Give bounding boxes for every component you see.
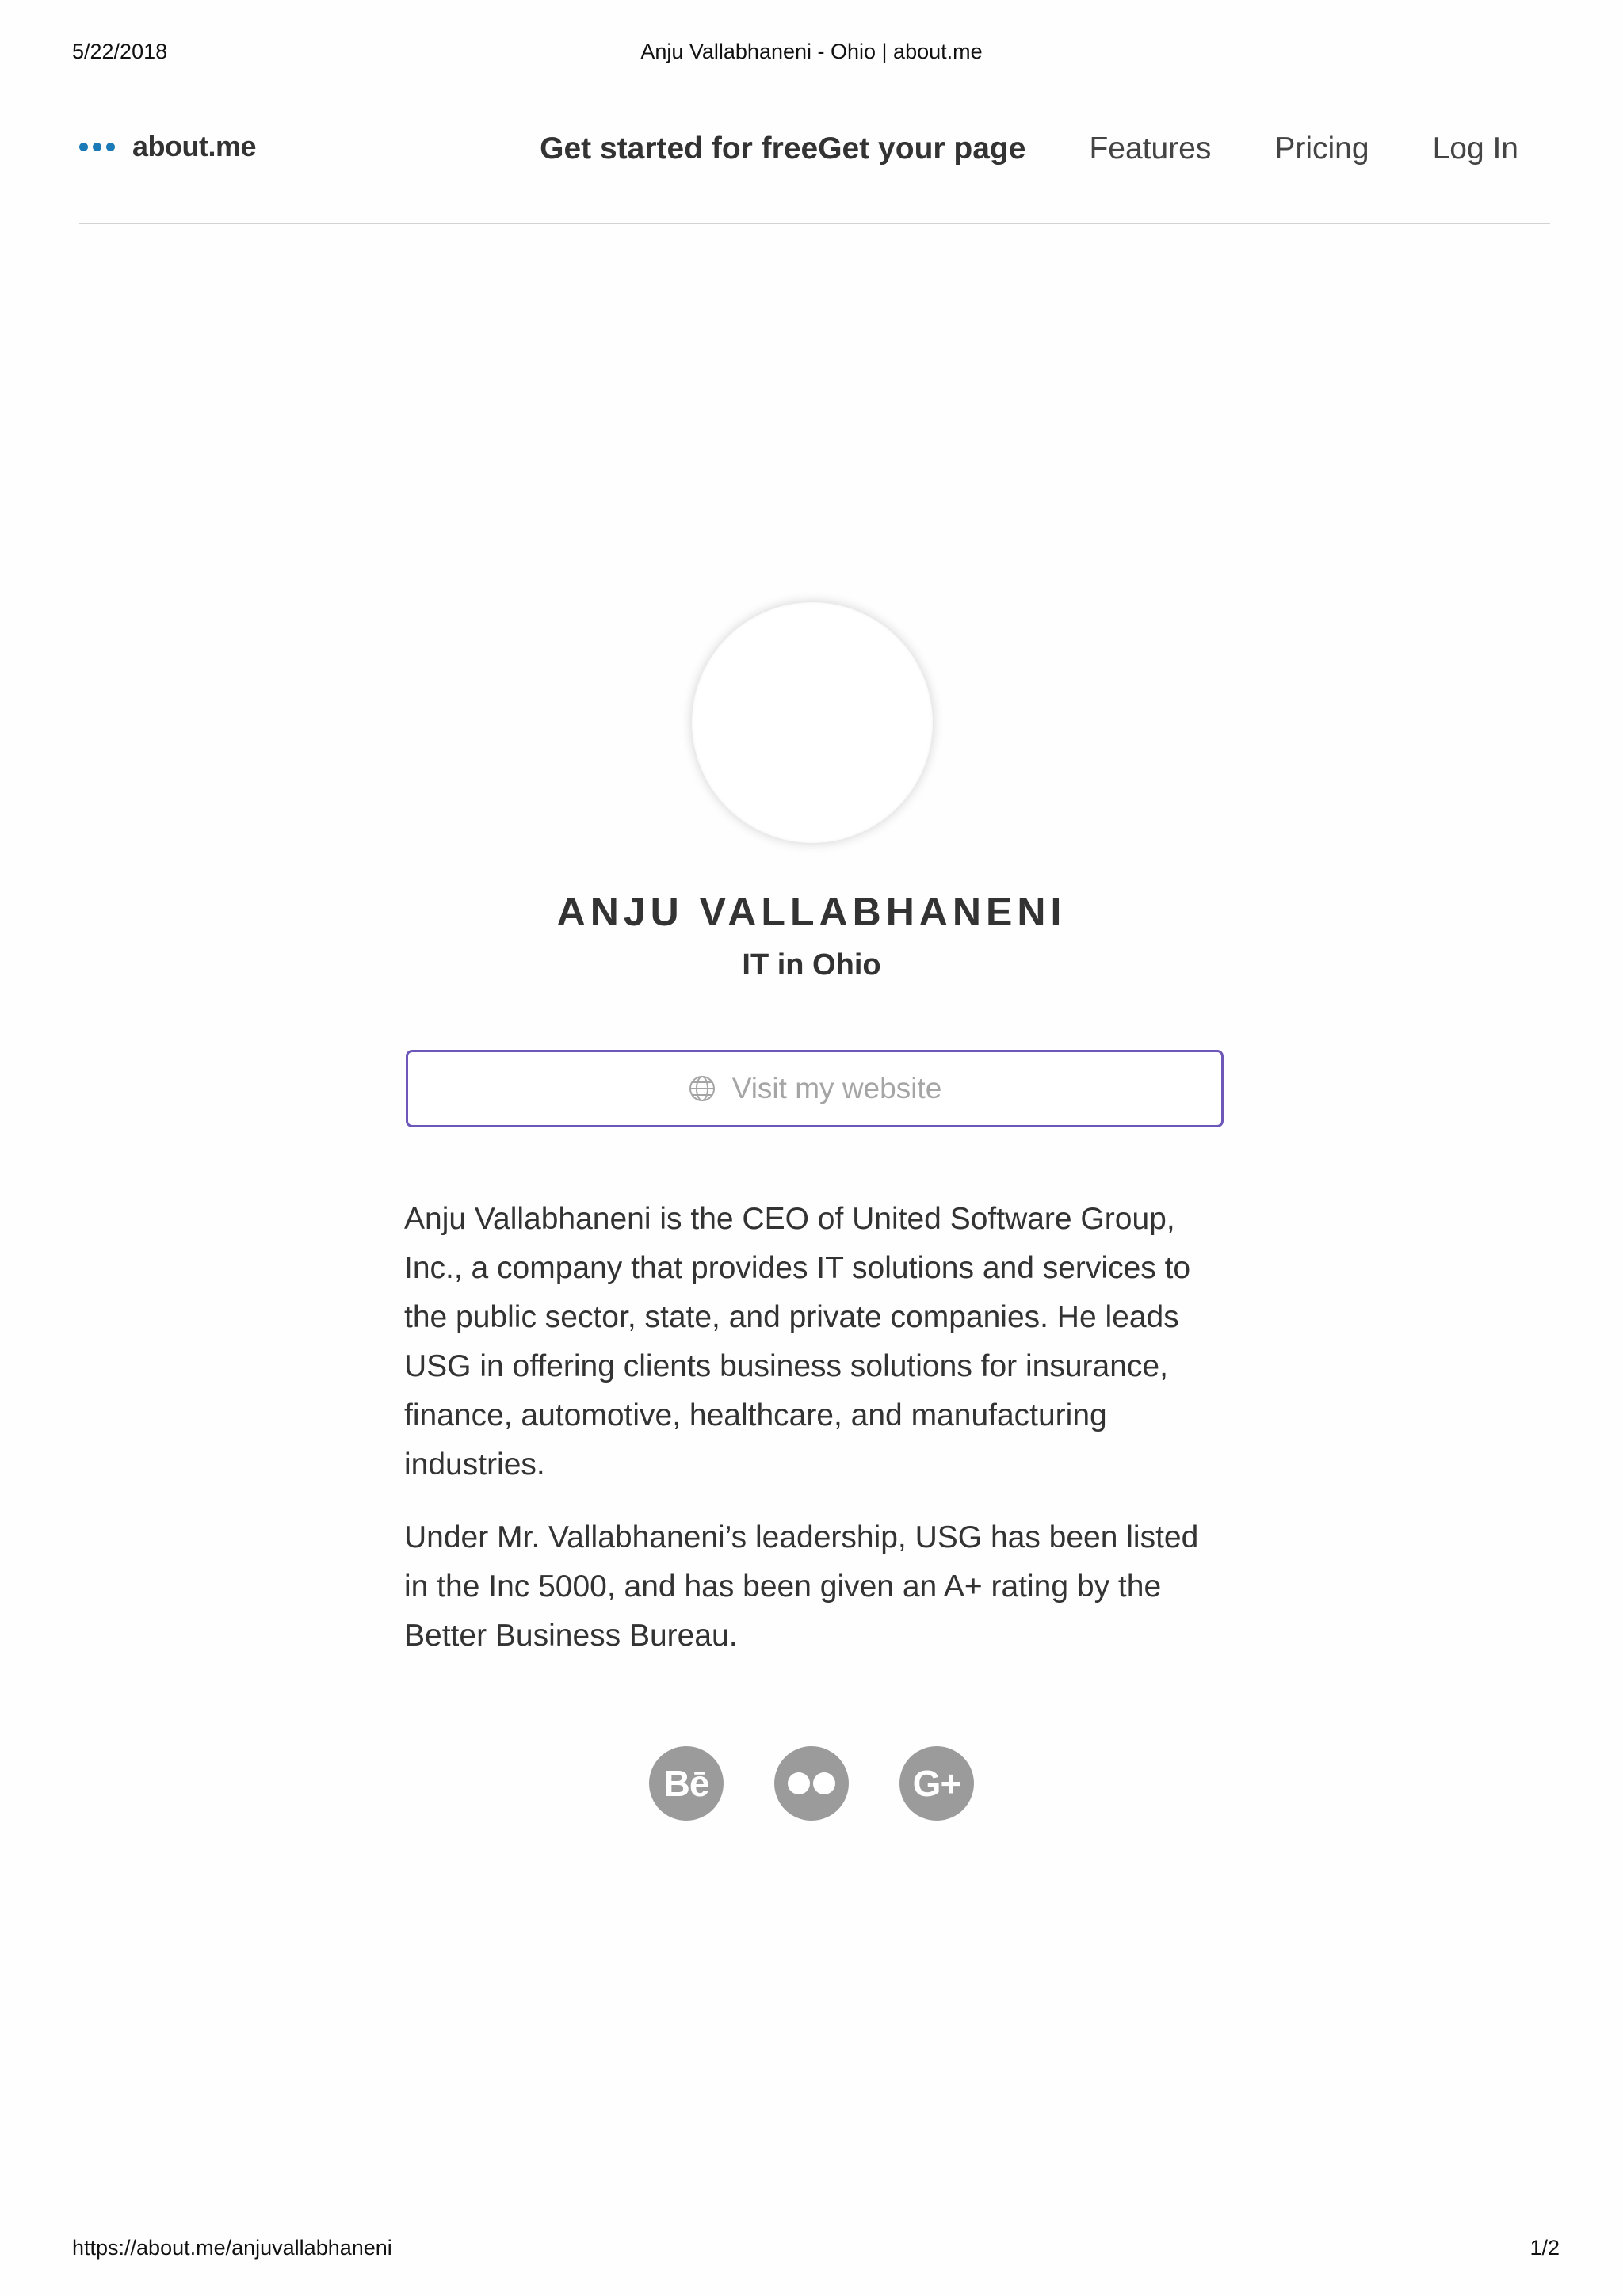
behance-icon: Bē (663, 1763, 710, 1804)
social-links: Bē G+ (0, 1746, 1623, 1821)
logo-dots-icon (79, 142, 115, 151)
print-header: 5/22/2018 Anju Vallabhaneni - Ohio | abo… (0, 40, 1623, 67)
avatar (692, 602, 933, 843)
google-plus-link[interactable]: G+ (899, 1746, 974, 1821)
flickr-link[interactable] (774, 1746, 849, 1821)
profile-name: ANJU VALLABHANENI (556, 890, 1067, 934)
flickr-icon (788, 1772, 835, 1794)
behance-link[interactable]: Bē (649, 1746, 724, 1821)
nav-divider (79, 223, 1550, 224)
bio: Anju Vallabhaneni is the CEO of United S… (404, 1195, 1228, 1684)
google-plus-icon: G+ (912, 1763, 962, 1804)
globe-icon (689, 1076, 715, 1101)
visit-website-label: Visit my website (731, 1072, 942, 1104)
logo-text: about.me (132, 130, 257, 162)
nav-links: Get started for freeGet your page Featur… (540, 132, 1518, 166)
features-link[interactable]: Features (1089, 132, 1211, 166)
visit-website-button[interactable]: Visit my website (406, 1050, 1224, 1127)
logo[interactable]: about.me (79, 130, 257, 163)
bio-paragraph-2: Under Mr. Vallabhaneni’s leadership, USG… (404, 1520, 1199, 1653)
print-url: https://about.me/anjuvallabhaneni (72, 2236, 392, 2260)
login-link[interactable]: Log In (1433, 132, 1518, 166)
print-footer: https://about.me/anjuvallabhaneni 1/2 (0, 2236, 1623, 2263)
print-title: Anju Vallabhaneni - Ohio | about.me (640, 40, 983, 63)
get-started-link[interactable]: Get started for freeGet your page (540, 132, 1025, 166)
top-nav: about.me Get started for freeGet your pa… (79, 119, 1550, 182)
bio-paragraph-1: Anju Vallabhaneni is the CEO of United S… (404, 1202, 1191, 1482)
profile-headline: IT in Ohio (742, 948, 881, 982)
pricing-link[interactable]: Pricing (1274, 132, 1369, 166)
print-page-number: 1/2 (1529, 2236, 1560, 2260)
